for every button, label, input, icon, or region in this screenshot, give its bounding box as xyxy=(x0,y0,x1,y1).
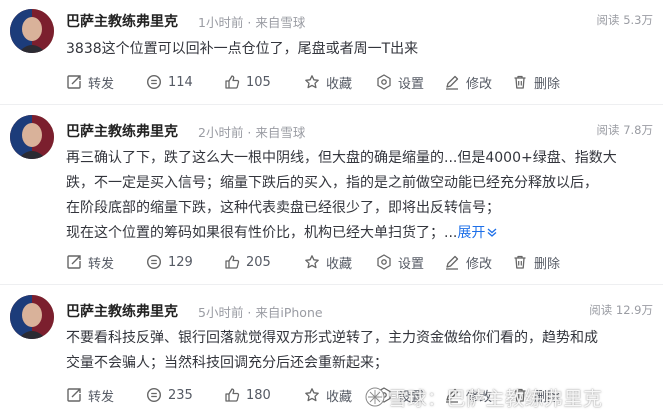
author-name[interactable]: 巴萨主教练弗里克 xyxy=(66,301,178,321)
post-content: 再三确认了下，跌了这么大一根中阴线，但大盘的确是缩量的...但是4000+绿盘、… xyxy=(66,146,652,246)
content-line: 跌，不一定是买入信号；缩量下跌后的买入，指的是之前做空动能已经充分释放以后， xyxy=(66,175,598,191)
read-count: 阅读 5.3万 xyxy=(596,13,653,27)
like-button[interactable]: 105 xyxy=(224,72,271,92)
content-line: 现在这个位置的筹码如果很有性价比，机构已经大单扫货了；...展开 xyxy=(66,221,652,246)
delete-button[interactable]: 删除 xyxy=(512,252,560,272)
repost-button[interactable]: 转发 xyxy=(66,252,114,272)
watermark: 雪球：巴萨主教练弗里克 xyxy=(388,388,603,410)
comment-button[interactable]: 129 xyxy=(146,252,193,272)
repost-button[interactable]: 转发 xyxy=(66,72,114,92)
edit-button[interactable]: 修改 xyxy=(444,72,492,92)
thumbs-up-icon xyxy=(225,388,240,402)
content-line: 交量不会骗人；当然科技回调充分后还会重新起来； xyxy=(66,355,388,371)
star-icon xyxy=(305,255,319,269)
comment-button[interactable]: 235 xyxy=(146,385,193,405)
settings-icon xyxy=(377,74,391,90)
divider xyxy=(0,284,663,285)
star-icon xyxy=(305,388,319,402)
content-line: 不要看科技反弹、银行回落就觉得双方形式逆转了，主力资金做给你们看的，趋势和成 xyxy=(66,330,598,346)
post-time: 5小时前 · 来自iPhone xyxy=(198,305,323,320)
avatar[interactable] xyxy=(10,9,54,53)
comment-icon xyxy=(146,74,162,90)
trash-icon xyxy=(514,255,526,269)
chevron-down-icon xyxy=(487,228,497,237)
comment-button[interactable]: 114 xyxy=(146,72,193,92)
like-button[interactable]: 205 xyxy=(224,252,271,272)
author-name[interactable]: 巴萨主教练弗里克 xyxy=(66,11,178,31)
read-count: 阅读 7.8万 xyxy=(596,123,653,137)
expand-link[interactable]: 展开 xyxy=(457,225,498,241)
content-line: 再三确认了下，跌了这么大一根中阴线，但大盘的确是缩量的...但是4000+绿盘、… xyxy=(66,150,617,166)
post-time: 1小时前 · 来自雪球 xyxy=(198,15,306,30)
post-time: 2小时前 · 来自雪球 xyxy=(198,125,306,140)
avatar[interactable] xyxy=(10,115,54,159)
settings-button[interactable]: 设置 xyxy=(376,252,424,272)
repost-button[interactable]: 转发 xyxy=(66,385,114,405)
avatar[interactable] xyxy=(10,295,54,339)
pencil-icon xyxy=(446,75,459,90)
post-content: 不要看科技反弹、银行回落就觉得双方形式逆转了，主力资金做给你们看的，趋势和成 交… xyxy=(66,326,652,376)
repost-icon xyxy=(67,75,81,89)
repost-icon xyxy=(67,255,81,269)
content-line: 3838这个位置可以回补一点仓位了，尾盘或者周一T出来 xyxy=(66,41,419,57)
thumbs-up-icon xyxy=(225,255,240,269)
content-line: 在阶段底部的缩量下跌，这种代表卖盘已经很少了，即将出反转信号； xyxy=(66,200,500,216)
settings-button[interactable]: 设置 xyxy=(376,72,424,92)
divider xyxy=(0,104,663,105)
star-icon xyxy=(305,75,319,89)
author-name[interactable]: 巴萨主教练弗里克 xyxy=(66,121,178,141)
favorite-button[interactable]: 收藏 xyxy=(304,252,352,272)
comment-icon xyxy=(146,254,162,270)
edit-button[interactable]: 修改 xyxy=(444,252,492,272)
trash-icon xyxy=(514,75,526,89)
pencil-icon xyxy=(446,255,459,270)
settings-icon xyxy=(377,254,391,270)
delete-button[interactable]: 删除 xyxy=(512,72,560,92)
snowball-logo-icon xyxy=(365,387,385,407)
favorite-button[interactable]: 收藏 xyxy=(304,72,352,92)
like-button[interactable]: 180 xyxy=(224,385,271,405)
post-content: 3838这个位置可以回补一点仓位了，尾盘或者周一T出来 xyxy=(66,37,652,62)
repost-icon xyxy=(67,388,81,402)
favorite-button[interactable]: 收藏 xyxy=(304,385,352,405)
thumbs-up-icon xyxy=(225,75,240,89)
read-count: 阅读 12.9万 xyxy=(589,303,653,317)
comment-icon xyxy=(146,387,162,403)
